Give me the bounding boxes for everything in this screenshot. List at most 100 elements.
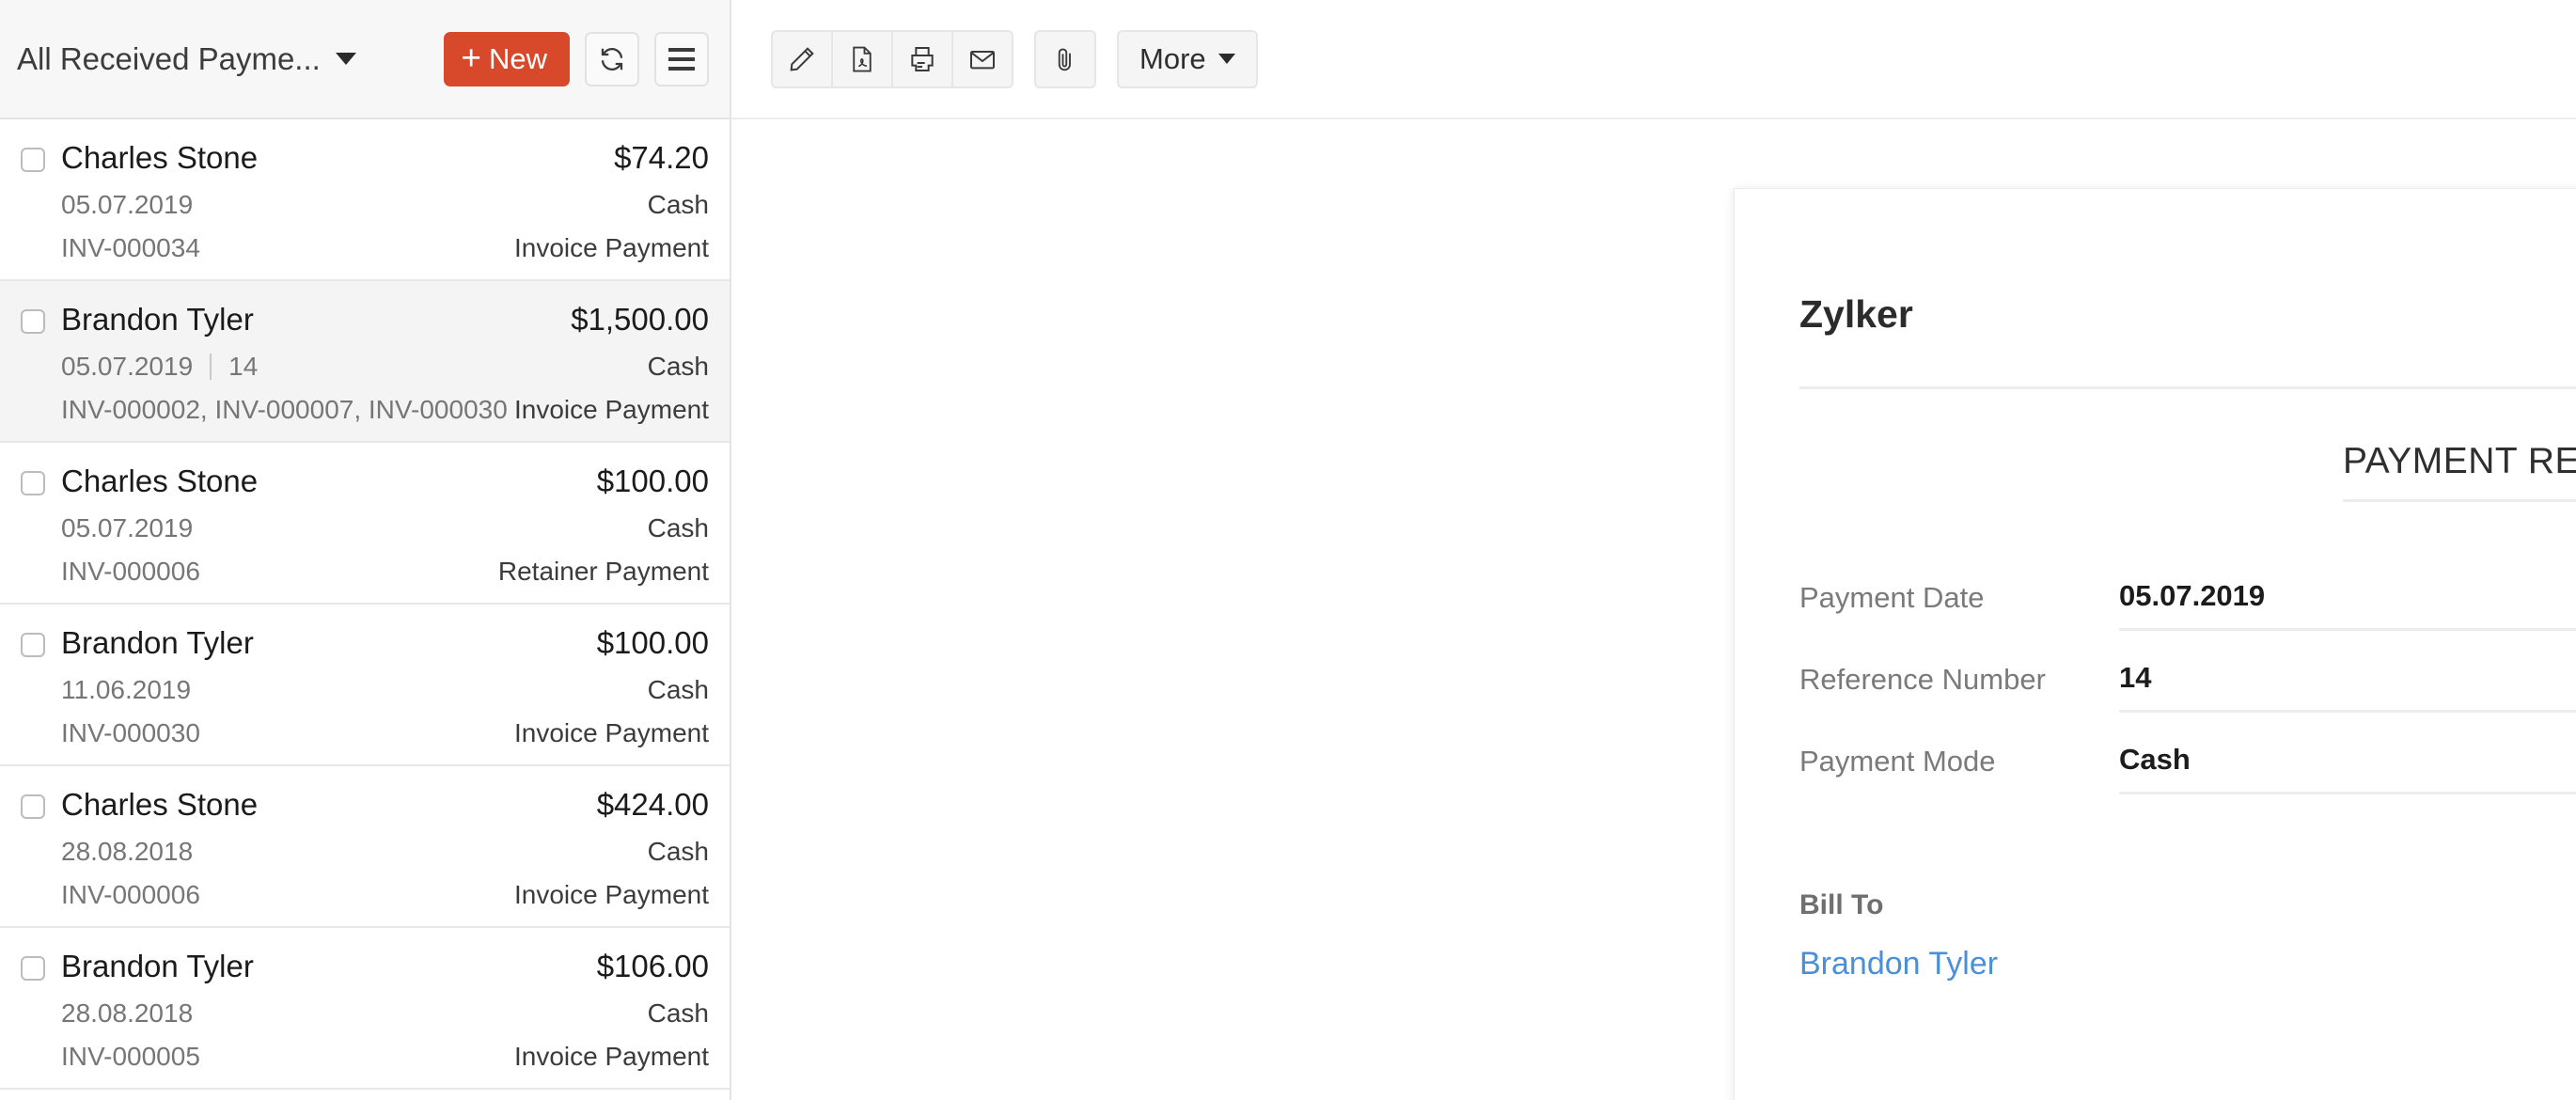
- customer-name: Brandon Tyler: [61, 302, 254, 338]
- payment-item-body: Brandon Tyler$100.00 11.06.2019 Cash INV-00…: [21, 625, 709, 748]
- payment-list-item[interactable]: Charles Stone$74.2005.07.2019CashINV-000…: [0, 119, 730, 281]
- payment-date: 05.07.2019: [61, 190, 193, 220]
- meta-separator: [210, 354, 212, 380]
- payment-date: 05.07.2019: [61, 352, 193, 382]
- new-button-label: New: [489, 42, 547, 76]
- payment-meta-left: 05.07.2019 14: [61, 352, 258, 382]
- paperclip-icon: [1051, 44, 1079, 74]
- payment-item-line-invoices: INV-000006Invoice Payment: [61, 880, 709, 910]
- receipt-field-label: Payment Date: [1799, 579, 2119, 615]
- payment-receipt-card: Zylker PAYMENT RECEIPT Payment Date05.07…: [1734, 188, 2576, 1100]
- payment-item-line-invoices: INV-000006Retainer Payment: [61, 557, 709, 587]
- payment-item-body: Charles Stone $100.00 05.07.2019 Cash INV-00…: [21, 464, 709, 587]
- payment-mode: Cash: [648, 837, 709, 867]
- receipt-field-value-cell: 05.07.2019: [2119, 579, 2576, 631]
- receipt-field-row: Reference Number14: [1799, 661, 2576, 743]
- pencil-icon: [787, 44, 817, 74]
- document-scroll-area[interactable]: Zylker PAYMENT RECEIPT Payment Date05.07…: [731, 119, 2576, 1100]
- payment-item-line-invoices: INV-000005Invoice Payment: [61, 1042, 709, 1072]
- receipt-field-value: 05.07.2019: [2119, 579, 2265, 612]
- receipt-field-value-cell: Cash: [2119, 743, 2576, 794]
- list-menu-button[interactable]: [654, 32, 709, 86]
- payment-date: 28.08.2018: [61, 837, 193, 867]
- bill-to-section: Bill To Brandon Tyler: [1799, 889, 1998, 982]
- toolbar-button-group: [771, 30, 1013, 88]
- payment-meta-left: 28.08.2018: [61, 998, 193, 1029]
- invoice-numbers: INV-000034: [61, 233, 200, 263]
- payment-mode: Cash: [648, 675, 709, 705]
- payment-item-body: Brandon Tyler$1,500.0005.07.201914CashIN…: [21, 302, 709, 425]
- payment-meta-left: 05.07.2019: [61, 513, 193, 543]
- more-actions-button[interactable]: More: [1117, 30, 1258, 88]
- payment-item-line-meta: 05.07.2019Cash: [61, 190, 709, 220]
- row-checkbox[interactable]: [21, 148, 45, 172]
- view-selector-label: All Received Payme...: [17, 41, 321, 77]
- payment-type: Invoice Payment: [514, 1042, 709, 1072]
- bill-to-customer-link[interactable]: Brandon Tyler: [1799, 946, 1998, 982]
- payment-item-text: Brandon Tyler$100.00 11.06.2019 Cash INV-00…: [61, 625, 709, 748]
- print-button[interactable]: [891, 30, 953, 88]
- payment-date: 11.06.2019: [61, 675, 191, 705]
- invoice-numbers: INV-000002, INV-000007, INV-000030: [61, 395, 508, 425]
- payment-item-line-invoices: INV-000030Invoice Payment: [61, 718, 709, 748]
- payment-item-line-meta: 05.07.2019 Cash: [61, 513, 709, 543]
- payment-list-item[interactable]: Brandon Tyler$1,500.0005.07.201914CashIN…: [0, 281, 730, 443]
- chevron-down-icon: [336, 53, 356, 65]
- chevron-down-icon: [1218, 54, 1235, 64]
- payment-mode: Cash: [648, 513, 709, 543]
- invoice-numbers: INV-000006: [61, 557, 200, 587]
- list-header: All Received Payme... + New: [0, 0, 730, 119]
- payment-item-line-invoices: INV-000002, INV-000007, INV-000030Invoic…: [61, 395, 709, 425]
- new-payment-button[interactable]: + New: [444, 32, 570, 86]
- row-checkbox[interactable]: [21, 471, 45, 495]
- invoice-numbers: INV-000030: [61, 718, 200, 748]
- row-checkbox[interactable]: [21, 309, 45, 334]
- payment-list-item[interactable]: Brandon Tyler$106.0028.08.2018CashINV-00…: [0, 928, 730, 1090]
- receipt-field-row: Payment Date05.07.2019: [1799, 579, 2576, 661]
- receipt-field-value: Cash: [2119, 743, 2191, 776]
- payment-item-text: Charles Stone $424.00 28.08.2018 Cash INV-00…: [61, 787, 709, 910]
- pdf-button[interactable]: [831, 30, 893, 88]
- payment-list-item[interactable]: Brandon Tyler$100.00 11.06.2019 Cash INV-00…: [0, 605, 730, 766]
- refresh-button[interactable]: [585, 32, 639, 86]
- detail-panel: More Zylker PAYMENT RECEIPT Payment Date…: [731, 0, 2576, 1100]
- payment-item-line-invoices: INV-000034 Invoice Payment: [61, 233, 709, 263]
- payment-list-item[interactable]: Charles Stone $424.00 28.08.2018 Cash INV-00…: [0, 766, 730, 928]
- customer-name: Charles Stone: [61, 787, 258, 823]
- payment-amount: $424.00: [597, 787, 709, 823]
- row-checkbox[interactable]: [21, 956, 45, 981]
- payment-type: Invoice Payment: [514, 233, 709, 263]
- receipt-field-value-cell: 14: [2119, 661, 2576, 713]
- edit-button[interactable]: [771, 30, 833, 88]
- payment-list-item[interactable]: Charles Stone $100.00 05.07.2019 Cash INV-00…: [0, 443, 730, 605]
- bill-to-label: Bill To: [1799, 889, 1998, 921]
- payments-list[interactable]: Charles Stone $74.20 05.07.2019 Cash INV-000…: [0, 119, 730, 1100]
- receipt-field-row: Payment ModeCash: [1799, 743, 2576, 825]
- receipt-title-wrap: PAYMENT RECEIPT: [2343, 441, 2576, 502]
- payment-item-line-meta: 28.08.2018 Cash: [61, 998, 709, 1029]
- payment-mode: Cash: [648, 998, 709, 1029]
- receipt-field-label: Payment Mode: [1799, 743, 2119, 778]
- payment-amount: $74.20: [614, 140, 709, 176]
- payment-item-text: Brandon Tyler$106.0028.08.2018CashINV-00…: [61, 949, 709, 1072]
- row-checkbox[interactable]: [21, 633, 45, 657]
- payment-item-line-meta: 28.08.2018 Cash: [61, 837, 709, 867]
- invoice-numbers: INV-000006: [61, 880, 200, 910]
- payment-meta-left: 28.08.2018: [61, 837, 193, 867]
- app-root: All Received Payme... + New: [0, 0, 2576, 1100]
- customer-name: Charles Stone: [61, 464, 258, 499]
- row-checkbox[interactable]: [21, 794, 45, 819]
- payment-item-text: Charles Stone $100.00 05.07.2019 Cash INV-00…: [61, 464, 709, 587]
- customer-name: Brandon Tyler: [61, 949, 254, 984]
- view-selector-dropdown[interactable]: All Received Payme...: [17, 41, 444, 77]
- receipt-title: PAYMENT RECEIPT: [2343, 441, 2576, 502]
- receipt-field-value: 14: [2119, 661, 2151, 694]
- attach-button[interactable]: [1034, 30, 1096, 88]
- payment-type: Invoice Payment: [514, 395, 709, 425]
- payment-item-line-meta: 11.06.2019 Cash: [61, 675, 709, 705]
- payment-amount: $100.00: [597, 464, 709, 499]
- payment-item-line-primary: Brandon Tyler$100.00: [61, 625, 709, 661]
- payment-reference: 14: [228, 352, 258, 382]
- email-button[interactable]: [951, 30, 1013, 88]
- list-header-actions: + New: [444, 32, 709, 86]
